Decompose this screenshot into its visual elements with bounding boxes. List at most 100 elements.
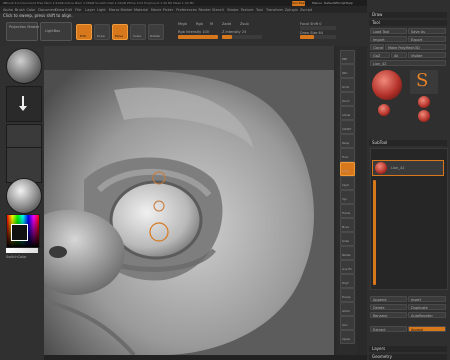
export-button[interactable]: Export <box>408 36 446 42</box>
visible-button[interactable]: Visible <box>408 52 446 58</box>
edit-button[interactable]: Edit <box>76 24 92 40</box>
z-intensity-slider[interactable] <box>222 35 262 39</box>
shelf-polyf-button[interactable]: PolyF <box>340 274 355 288</box>
shelf-solo-button[interactable]: Solo <box>340 316 355 330</box>
tool-thumb-lion[interactable] <box>372 70 402 100</box>
menu-item-edit[interactable]: Edit <box>65 8 72 12</box>
menu-item-render[interactable]: Render <box>199 8 211 12</box>
menu-item-stroke[interactable]: Stroke <box>227 8 238 12</box>
extract-button[interactable]: Extract <box>370 326 407 332</box>
tool-thumb-simplebrush[interactable]: S <box>410 70 438 94</box>
all-button[interactable]: All <box>391 52 407 58</box>
stroke-selector[interactable] <box>6 86 42 122</box>
move-button[interactable]: Move <box>112 24 128 40</box>
shelf-local-button[interactable]: Local <box>340 162 355 176</box>
menu-item-document[interactable]: Document <box>38 8 56 12</box>
shelf-move-button[interactable]: Move <box>340 218 355 232</box>
duplicate-button[interactable]: Duplicate <box>408 304 446 310</box>
menu-item-tool[interactable]: Tool <box>256 8 263 12</box>
subtool-scrollbar[interactable] <box>373 180 376 285</box>
subtool-item[interactable]: Lion_42 <box>372 160 444 176</box>
rename-button[interactable]: Rename <box>370 312 407 318</box>
import-button[interactable]: Import <box>370 36 407 42</box>
menu-item-transform[interactable]: Transform <box>266 8 283 12</box>
shelf-rotate-button[interactable]: Rotate <box>340 246 355 260</box>
make-polymesh-button[interactable]: Make PolyMesh3D <box>385 44 446 50</box>
tool-thumb-cylinder[interactable] <box>378 104 390 116</box>
menu-item-marker[interactable]: Marker <box>121 8 133 12</box>
m-toggle[interactable]: M <box>210 22 213 26</box>
help-link[interactable]: Help <box>346 1 353 5</box>
shelf-zoom-button[interactable]: Zoom <box>340 92 355 106</box>
zadd-toggle[interactable]: Zadd <box>222 22 231 26</box>
shelf-xpose-button[interactable]: Xpose <box>340 330 355 344</box>
shelf-transp-button[interactable]: Transp <box>340 288 355 302</box>
insert-button[interactable]: Insert <box>408 296 446 302</box>
rgb-toggle[interactable]: Rgb <box>196 22 203 26</box>
menu-item-zscript[interactable]: Zscript <box>300 8 312 12</box>
geometry-header[interactable]: Geometry <box>369 354 447 360</box>
clone-button[interactable]: Clone <box>370 44 384 50</box>
rotate-button[interactable]: Rotate <box>148 24 164 40</box>
lightbox-button[interactable]: LightBox <box>40 22 72 41</box>
shelf-ghost-button[interactable]: Ghost <box>340 302 355 316</box>
tool-thumb-polymesh[interactable] <box>418 110 430 122</box>
shelf-line-fill-button[interactable]: Line Fill <box>340 260 355 274</box>
switch-color-label[interactable]: SwitchColor <box>6 255 27 259</box>
menu-item-picker[interactable]: Picker <box>163 8 173 12</box>
default-zscript[interactable]: DefaultZScript <box>324 1 346 5</box>
save-as-button[interactable]: Save As <box>408 28 446 34</box>
delete-button[interactable]: Delete <box>370 304 407 310</box>
menu-item-file[interactable]: File <box>75 8 81 12</box>
shelf-floor-button[interactable]: Floor <box>340 148 355 162</box>
material-selector[interactable] <box>6 178 42 214</box>
zsub-toggle[interactable]: Zsub <box>240 22 249 26</box>
shelf-xyz-button[interactable]: Xyz <box>340 190 355 204</box>
menu-item-alpha[interactable]: Alpha <box>3 8 13 12</box>
gradient-bar[interactable] <box>6 248 38 253</box>
accept-button[interactable]: Accept <box>408 326 446 332</box>
shelf-bpr-button[interactable]: BPR <box>340 50 355 64</box>
menu-item-texture[interactable]: Texture <box>241 8 254 12</box>
menu-item-light[interactable]: Light <box>97 8 106 12</box>
tool-thumb-sphere[interactable] <box>418 96 430 108</box>
tool-header[interactable]: Tool <box>369 20 447 26</box>
menu-item-movie[interactable]: Movie <box>151 8 161 12</box>
menu-item-macro[interactable]: Macro <box>109 8 120 12</box>
menus-toggle[interactable]: Menus <box>312 1 322 5</box>
shelf-spix-button[interactable]: SPix <box>340 64 355 78</box>
draw-button[interactable]: Draw <box>94 24 110 40</box>
shelf-aahalf-button[interactable]: AAHalf <box>340 120 355 134</box>
shelf-actual-button[interactable]: Actual <box>340 106 355 120</box>
load-tool-button[interactable]: Load Tool <box>370 28 407 34</box>
focal-shift-slider[interactable] <box>300 26 336 30</box>
main-color-swatch[interactable] <box>11 224 28 241</box>
menu-item-preferences[interactable]: Preferences <box>176 8 197 12</box>
menu-item-layer[interactable]: Layer <box>85 8 95 12</box>
goz-button[interactable]: GoZ <box>370 52 390 58</box>
document-canvas[interactable] <box>44 70 334 355</box>
menu-item-brush[interactable]: Brush <box>15 8 25 12</box>
menu-item-zplugin[interactable]: Zplugin <box>285 8 298 12</box>
autoreorder-button[interactable]: AutoReorder <box>408 312 446 318</box>
shelf-scroll-button[interactable]: Scroll <box>340 78 355 92</box>
append-button[interactable]: Append <box>370 296 407 302</box>
shelf-persp-button[interactable]: Persp <box>340 134 355 148</box>
mrgb-toggle[interactable]: Mrgb <box>178 22 187 26</box>
menu-item-material[interactable]: Material <box>134 8 148 12</box>
projection-master-button[interactable]: Projection Master <box>6 22 39 41</box>
layers-header[interactable]: Layers <box>369 346 447 352</box>
rgb-intensity-slider[interactable] <box>178 35 218 39</box>
subtool-header[interactable]: SubTool <box>369 140 447 146</box>
draw-size-slider[interactable] <box>300 35 336 39</box>
sculpt-viewport[interactable] <box>44 70 334 355</box>
draw-header[interactable]: Draw <box>369 12 447 18</box>
shelf-lsym-button[interactable]: LSym <box>340 176 355 190</box>
shelf-scale-button[interactable]: Scale <box>340 232 355 246</box>
scale-button[interactable]: Scale <box>130 24 146 40</box>
shelf-frame-button[interactable]: Frame <box>340 204 355 218</box>
menu-item-draw[interactable]: Draw <box>55 8 64 12</box>
menu-item-stencil[interactable]: Stencil <box>212 8 224 12</box>
menu-item-color[interactable]: Color <box>27 8 36 12</box>
current-tool-slider[interactable]: Lion_42 <box>370 60 446 66</box>
